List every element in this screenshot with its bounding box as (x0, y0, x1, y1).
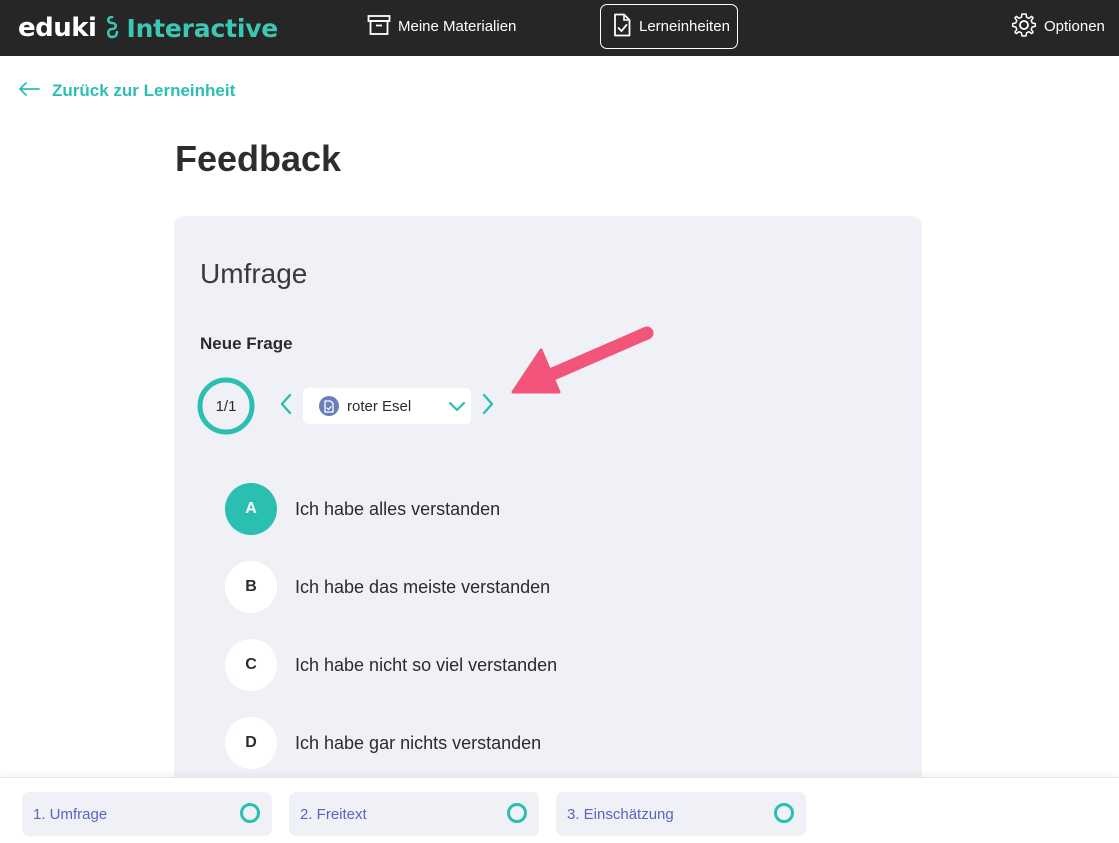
question-select-dropdown[interactable]: roter Esel (303, 388, 471, 424)
nav-options-label: Optionen (1044, 18, 1105, 35)
chevron-left-icon (279, 393, 293, 420)
survey-title: Umfrage (200, 258, 308, 289)
logo-swirl-icon (104, 15, 120, 41)
document-icon (319, 396, 339, 416)
page-title: Feedback (175, 138, 342, 179)
step-status-circle-icon (507, 803, 527, 823)
answer-letter-a: A (225, 483, 277, 535)
step-navigation-bar: 1. Umfrage 2. Freitext 3. Einschätzung (0, 777, 1119, 843)
answer-text-c: Ich habe nicht so viel verstanden (295, 654, 558, 675)
nav-learning-units-label: Lerneinheiten (639, 18, 730, 35)
next-question-button[interactable] (476, 391, 500, 421)
selected-question-text: roter Esel (347, 397, 412, 415)
survey-card: Umfrage Neue Frage 1/1 roter Esel A Ich (174, 216, 922, 816)
archive-box-icon (367, 14, 398, 40)
answer-option-b[interactable]: B Ich habe das meiste verstanden (225, 560, 550, 614)
logo-interactive-text: Interactive (126, 13, 279, 43)
annotation-arrow-icon (505, 322, 660, 407)
previous-question-button[interactable] (274, 391, 298, 421)
answer-letter-d: D (225, 717, 277, 769)
chevron-down-icon (447, 396, 467, 420)
step-tab-survey[interactable]: 1. Umfrage (22, 792, 272, 836)
answer-option-c[interactable]: C Ich habe nicht so viel verstanden (225, 638, 557, 692)
answer-text-d: Ich habe gar nichts verstanden (295, 732, 542, 753)
step-tab-label: 1. Umfrage (33, 805, 108, 823)
step-tab-assessment[interactable]: 3. Einschätzung (556, 792, 806, 836)
question-label: Neue Frage (200, 334, 293, 353)
answer-text-b: Ich habe das meiste verstanden (295, 576, 551, 597)
answer-letter-c: C (225, 639, 277, 691)
gear-icon (1011, 12, 1044, 42)
step-status-circle-icon (774, 803, 794, 823)
answer-option-a[interactable]: A Ich habe alles verstanden (225, 482, 500, 536)
answer-letter-b: B (225, 561, 277, 613)
chevron-right-icon (481, 393, 495, 420)
step-tab-label: 2. Freitext (300, 805, 367, 823)
back-to-learning-unit-link[interactable]: Zurück zur Lerneinheit (18, 78, 235, 104)
nav-options[interactable]: Optionen (1011, 4, 1105, 49)
top-navigation-bar: eduki Interactive Meine Materialien Lern… (0, 0, 1119, 56)
nav-my-materials[interactable]: Meine Materialien (367, 4, 516, 49)
nav-learning-units[interactable]: Lerneinheiten (600, 4, 738, 49)
logo-eduki-text: eduki (18, 13, 97, 43)
step-tab-free-text[interactable]: 2. Freitext (289, 792, 539, 836)
question-progress-text: 1/1 (215, 397, 237, 415)
step-status-circle-icon (240, 803, 260, 823)
question-progress-ring: 1/1 (196, 376, 256, 436)
nav-my-materials-label: Meine Materialien (398, 18, 517, 35)
answer-text-a: Ich habe alles verstanden (295, 498, 501, 519)
eduki-interactive-logo[interactable]: eduki Interactive (18, 8, 278, 48)
arrow-left-icon (18, 81, 52, 102)
answer-option-d[interactable]: D Ich habe gar nichts verstanden (225, 716, 541, 770)
step-tab-label: 3. Einschätzung (567, 805, 674, 823)
back-link-label: Zurück zur Lerneinheit (52, 81, 236, 100)
document-check-icon (612, 13, 639, 41)
